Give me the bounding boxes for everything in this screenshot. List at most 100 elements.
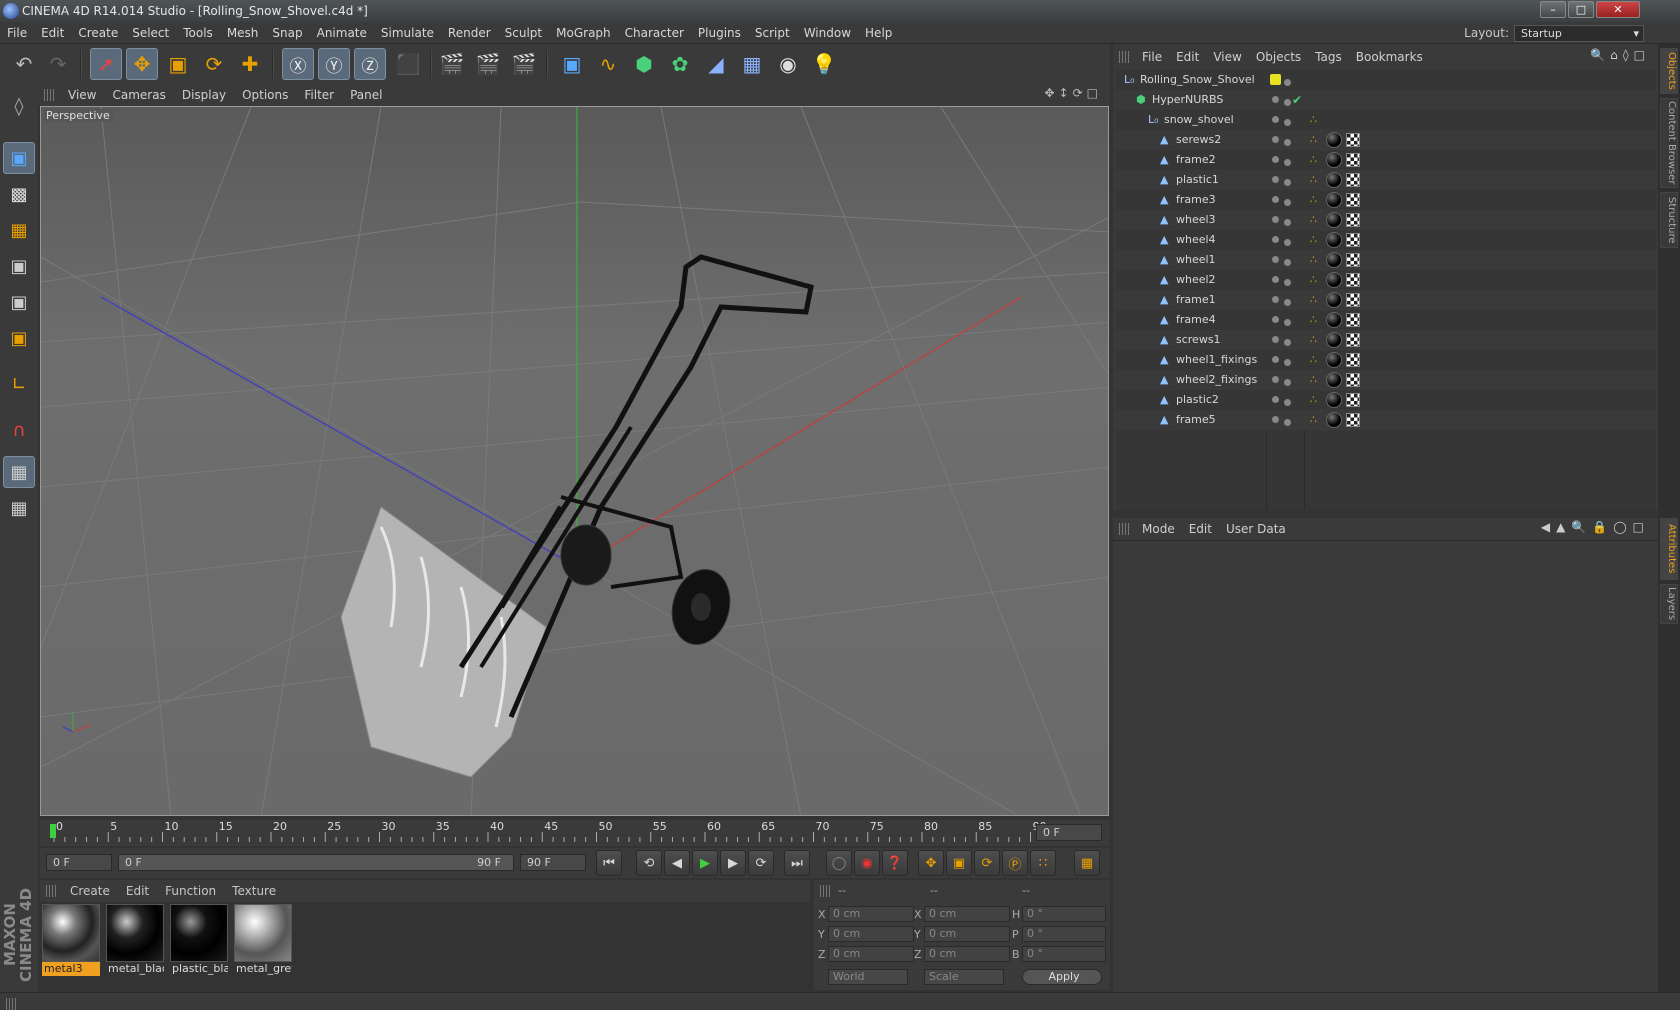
texture-tag-icon[interactable]: [1346, 193, 1360, 207]
texture-tag-icon[interactable]: [1346, 313, 1360, 327]
object-name[interactable]: wheel1_fixings: [1176, 350, 1257, 370]
deformer-bend-icon[interactable]: ◢: [700, 48, 732, 80]
attribute-menu-edit[interactable]: Edit: [1182, 518, 1219, 540]
panel-grip-icon[interactable]: [1119, 51, 1129, 63]
tab-attributes[interactable]: Attributes: [1660, 518, 1678, 580]
phong-tag-icon[interactable]: ∴: [1310, 110, 1317, 130]
phong-tag-icon[interactable]: ∴: [1310, 250, 1317, 270]
editor-visibility-dot[interactable]: [1272, 136, 1279, 143]
render-visibility-dot[interactable]: [1284, 79, 1291, 86]
object-name[interactable]: wheel1: [1176, 250, 1216, 270]
frame-range-slider[interactable]: 0 F 90 F: [118, 854, 514, 871]
redo-icon[interactable]: ↷: [42, 48, 74, 80]
phong-tag-icon[interactable]: ∴: [1310, 230, 1317, 250]
menu-tools[interactable]: Tools: [176, 22, 220, 44]
material-tag-icon[interactable]: [1326, 412, 1342, 428]
previous-keyframe-icon[interactable]: ⟲: [636, 850, 662, 876]
phong-tag-icon[interactable]: ∴: [1310, 270, 1317, 290]
render-view-icon[interactable]: 🎬: [436, 48, 468, 80]
menu-snap[interactable]: Snap: [265, 22, 309, 44]
model-mode-icon[interactable]: ▣: [3, 142, 35, 174]
attribute-menu-user-data[interactable]: User Data: [1219, 518, 1293, 540]
editor-visibility-dot[interactable]: [1272, 276, 1279, 283]
object-name[interactable]: frame5: [1176, 410, 1216, 430]
object-name[interactable]: wheel3: [1176, 210, 1216, 230]
editor-visibility-dot[interactable]: [1272, 376, 1279, 383]
next-frame-icon[interactable]: ▶: [720, 850, 746, 876]
panel-grip-icon[interactable]: [44, 89, 54, 101]
go-to-end-icon[interactable]: ⏭: [784, 850, 810, 876]
texture-tag-icon[interactable]: [1346, 173, 1360, 187]
object-name[interactable]: frame1: [1176, 290, 1216, 310]
menu-sculpt[interactable]: Sculpt: [498, 22, 549, 44]
editor-visibility-dot[interactable]: [1272, 196, 1279, 203]
menu-select[interactable]: Select: [125, 22, 176, 44]
previous-frame-icon[interactable]: ◀: [664, 850, 690, 876]
render-visibility-dot[interactable]: [1284, 319, 1291, 326]
size-mode-dropdown[interactable]: Scale: [924, 969, 1004, 985]
object-name[interactable]: HyperNURBS: [1152, 90, 1223, 110]
play-forward-icon[interactable]: ▶: [692, 850, 718, 876]
material-menu-create[interactable]: Create: [62, 880, 118, 902]
render-visibility-dot[interactable]: [1284, 219, 1291, 226]
object-name[interactable]: wheel2: [1176, 270, 1216, 290]
material-tag-icon[interactable]: [1326, 192, 1342, 208]
render-visibility-dot[interactable]: [1284, 279, 1291, 286]
position-y-field[interactable]: 0 cm: [828, 926, 914, 942]
edges-mode-icon[interactable]: ▣: [3, 286, 35, 318]
position-x-field[interactable]: 0 cm: [828, 906, 914, 922]
coordinate-system-icon[interactable]: ⬛: [392, 48, 424, 80]
object-row[interactable]: ▲ wheel1 ∴: [1116, 250, 1656, 270]
key-scale-icon[interactable]: ▣: [946, 850, 972, 876]
object-row[interactable]: ▲ plastic1 ∴: [1116, 170, 1656, 190]
object-row[interactable]: ▲ wheel4 ∴: [1116, 230, 1656, 250]
menu-window[interactable]: Window: [797, 22, 858, 44]
editor-visibility-dot[interactable]: [1272, 396, 1279, 403]
rotate-icon[interactable]: ⟳: [198, 48, 230, 80]
render-visibility-dot[interactable]: [1284, 339, 1291, 346]
workplane-lock-icon[interactable]: ▦: [3, 456, 35, 488]
object-row[interactable]: ▲ wheel1_fixings ∴: [1116, 350, 1656, 370]
material-menu-edit[interactable]: Edit: [118, 880, 157, 902]
object-name[interactable]: screws1: [1176, 330, 1221, 350]
object-manager-tools-icons[interactable]: 🔍⌂◊□: [1590, 48, 1650, 62]
position-z-field[interactable]: 0 cm: [828, 946, 914, 962]
phong-tag-icon[interactable]: ∴: [1310, 130, 1317, 150]
size-z-field[interactable]: 0 cm: [924, 946, 1010, 962]
live-selection-icon[interactable]: ➚: [90, 48, 122, 80]
render-visibility-dot[interactable]: [1284, 179, 1291, 186]
scale-icon[interactable]: ▣: [162, 48, 194, 80]
phong-tag-icon[interactable]: ∴: [1310, 310, 1317, 330]
object-row[interactable]: ▲ frame5 ∴: [1116, 410, 1656, 430]
menu-create[interactable]: Create: [71, 22, 125, 44]
menu-edit[interactable]: Edit: [34, 22, 71, 44]
editor-visibility-dot[interactable]: [1272, 116, 1279, 123]
y-axis-lock-icon[interactable]: Ⓨ: [318, 48, 350, 80]
phong-tag-icon[interactable]: ∴: [1310, 350, 1317, 370]
floor-object-icon[interactable]: ▦: [736, 48, 768, 80]
perspective-viewport[interactable]: Perspective: [40, 106, 1109, 816]
object-name[interactable]: plastic1: [1176, 170, 1219, 190]
texture-tag-icon[interactable]: [1346, 353, 1360, 367]
record-keys-icon[interactable]: ◯: [826, 850, 852, 876]
render-settings-icon[interactable]: 🎬: [508, 48, 540, 80]
attribute-menu-mode[interactable]: Mode: [1135, 518, 1182, 540]
editor-visibility-dot[interactable]: [1272, 156, 1279, 163]
phong-tag-icon[interactable]: ∴: [1310, 390, 1317, 410]
material-tag-icon[interactable]: [1326, 352, 1342, 368]
key-parameter-icon[interactable]: Ⓟ: [1002, 850, 1028, 876]
editor-visibility-dot[interactable]: [1272, 416, 1279, 423]
material-tag-icon[interactable]: [1326, 392, 1342, 408]
render-visibility-dot[interactable]: [1284, 99, 1291, 106]
phong-tag-icon[interactable]: ∴: [1310, 150, 1317, 170]
object-row[interactable]: ▲ wheel3 ∴: [1116, 210, 1656, 230]
editor-visibility-dot[interactable]: [1272, 176, 1279, 183]
subdivision-surface-icon[interactable]: ⬢: [628, 48, 660, 80]
tab-layers[interactable]: Layers: [1660, 584, 1678, 624]
phong-tag-icon[interactable]: ∴: [1310, 170, 1317, 190]
object-name[interactable]: frame2: [1176, 150, 1216, 170]
texture-tag-icon[interactable]: [1346, 233, 1360, 247]
object-name[interactable]: frame3: [1176, 190, 1216, 210]
tab-structure[interactable]: Structure: [1660, 192, 1678, 248]
apply-button[interactable]: Apply: [1022, 969, 1102, 985]
